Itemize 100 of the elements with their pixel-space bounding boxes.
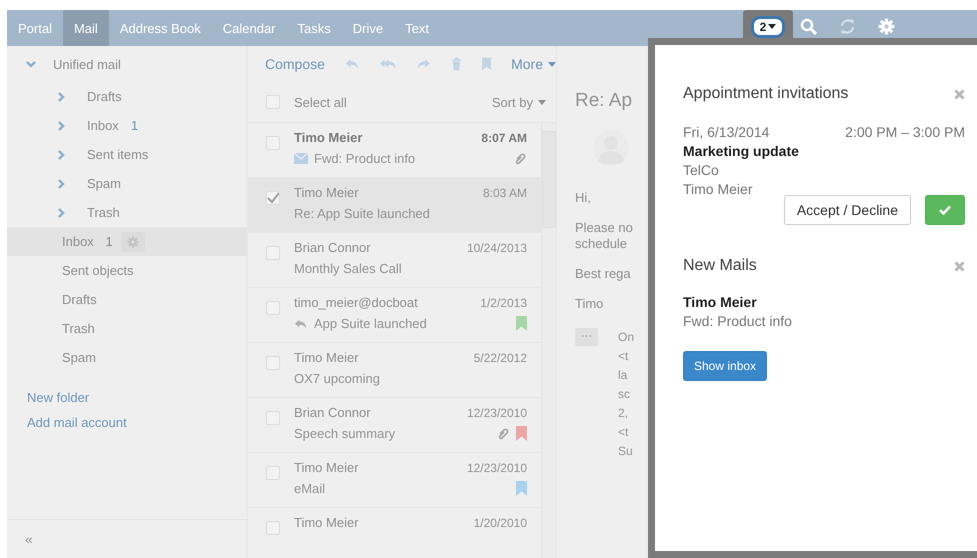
- nav-tab[interactable]: Drive: [342, 10, 394, 46]
- show-quote-button[interactable]: ···: [575, 328, 598, 346]
- chevron-right-icon[interactable]: [55, 90, 67, 102]
- quoted-text: <t: [618, 348, 628, 365]
- nav-tab[interactable]: Portal: [7, 10, 63, 46]
- chevron-right-icon[interactable]: [55, 178, 67, 190]
- notification-badge[interactable]: 2: [750, 16, 786, 38]
- accept-button[interactable]: [925, 195, 965, 225]
- sender-name: Timo Meier: [294, 130, 362, 145]
- mail-row[interactable]: Timo Meier 8:03 AM Re: App Suite launched: [248, 178, 541, 233]
- row-checkbox[interactable]: [266, 191, 280, 205]
- mail-date: 12/23/2010: [466, 406, 527, 420]
- body-text: Best rega: [575, 266, 631, 282]
- folder-item[interactable]: Trash: [87, 205, 120, 220]
- section-title: Appointment invitations: [683, 85, 848, 103]
- folder-item[interactable]: Sent items: [87, 147, 148, 162]
- caret-icon: [538, 100, 546, 104]
- show-inbox-button[interactable]: Show inbox: [683, 351, 768, 381]
- sort-by-button[interactable]: Sort by: [492, 94, 546, 110]
- folder-label: Sent objects: [62, 263, 134, 278]
- sender-name: Brian Connor: [294, 240, 371, 255]
- folder-row[interactable]: Inbox 1: [7, 227, 247, 256]
- close-icon[interactable]: [954, 260, 965, 272]
- chevron-right-icon[interactable]: [55, 206, 67, 218]
- sender-name: Timo Meier: [294, 515, 359, 530]
- quoted-text: <t: [618, 424, 628, 441]
- mail-date: 10/24/2013: [466, 240, 527, 254]
- select-all-label[interactable]: Select all: [294, 94, 478, 110]
- sender-name: Brian Connor: [294, 405, 371, 420]
- search-icon[interactable]: [800, 18, 817, 35]
- mail-row[interactable]: Brian Connor 12/23/2010 Speech summary: [248, 398, 541, 453]
- mail-subject: eMail: [294, 481, 326, 496]
- folder-row[interactable]: Drafts: [7, 285, 247, 314]
- appointment-title: Marketing update: [683, 142, 800, 161]
- reply-icon[interactable]: [344, 57, 360, 71]
- mail-subject: App Suite launched: [314, 316, 427, 331]
- folder-item[interactable]: Spam: [87, 176, 121, 191]
- mail-date: 1/20/2010: [474, 516, 527, 530]
- collapse-sidebar-button[interactable]: «: [25, 531, 33, 547]
- compose-button[interactable]: Compose: [265, 56, 325, 72]
- sender-name: Timo Meier: [294, 350, 359, 365]
- appointment-date: Fri, 6/13/2014: [683, 123, 770, 142]
- accept-decline-button[interactable]: Accept / Decline: [784, 195, 911, 225]
- mail-date: 12/23/2010: [466, 460, 527, 474]
- folder-item[interactable]: Inbox: [87, 118, 119, 133]
- appointment-location: TelCo: [683, 161, 720, 180]
- folder-item[interactable]: Unified mail: [53, 56, 121, 72]
- quoted-text: 2,: [618, 405, 628, 422]
- mail-sender: Timo Meier: [683, 293, 758, 312]
- trash-icon[interactable]: [450, 57, 462, 71]
- sidebar-link[interactable]: Add mail account: [27, 415, 227, 430]
- quoted-text: Su: [618, 443, 633, 460]
- settings-icon[interactable]: [126, 236, 139, 248]
- mail-subject: Re: App Suite launched: [294, 206, 430, 221]
- checkmark-icon: [939, 205, 951, 215]
- mail-row[interactable]: Timo Meier 12/23/2010 eMail: [248, 453, 541, 508]
- more-menu-button[interactable]: More: [511, 56, 556, 72]
- chevron-down-icon[interactable]: [25, 58, 37, 70]
- nav-tab[interactable]: Tasks: [286, 10, 342, 46]
- mail-date: 8:03 AM: [482, 186, 527, 200]
- mail-row[interactable]: timo_meier@docboat 1/2/2013 App Suite launched: [248, 288, 541, 343]
- settings-icon[interactable]: [878, 18, 895, 35]
- body-text: Hi,: [575, 190, 591, 206]
- quoted-text: On: [618, 329, 634, 346]
- mail-subject: Monthly Sales Call: [294, 261, 402, 276]
- folder-label: Inbox: [62, 234, 94, 249]
- folder-row[interactable]: Sent objects: [7, 256, 247, 285]
- chevron-right-icon[interactable]: [55, 120, 67, 132]
- nav-tab[interactable]: Mail: [62, 10, 109, 46]
- mail-subject: OX7 upcoming: [294, 371, 380, 386]
- caret-icon: [768, 24, 776, 29]
- sidebar-link[interactable]: New folder: [27, 390, 227, 405]
- sender-name: Timo Meier: [294, 185, 359, 200]
- body-text: Timo: [575, 296, 604, 312]
- sender-name: timo_meier@docboat: [294, 295, 418, 310]
- chevron-right-icon[interactable]: [55, 148, 67, 160]
- folder-settings-button[interactable]: [120, 232, 145, 252]
- nav-tab[interactable]: Calendar: [212, 10, 287, 46]
- close-icon[interactable]: [954, 88, 965, 100]
- mail-date: 1/2/2013: [480, 296, 527, 310]
- forward-icon[interactable]: [416, 57, 431, 71]
- appointment-organizer: Timo Meier: [683, 180, 754, 199]
- folder-row[interactable]: Spam: [7, 343, 247, 372]
- bookmark-icon[interactable]: [482, 57, 492, 71]
- folder-row[interactable]: Trash: [7, 314, 247, 343]
- reply-all-icon[interactable]: [380, 57, 396, 71]
- appointment-time: 2:00 PM – 3:00 PM: [845, 123, 965, 142]
- quoted-text: la: [618, 367, 628, 384]
- body-text: schedule: [575, 236, 628, 252]
- mail-subject: Speech summary: [294, 426, 396, 441]
- nav-tab[interactable]: Text: [394, 10, 440, 46]
- nav-tab[interactable]: Address Book: [108, 10, 212, 46]
- folder-item[interactable]: Drafts: [87, 89, 122, 104]
- folder-label: Trash: [62, 321, 95, 336]
- unread-count: 1: [130, 118, 138, 133]
- folder-label: Drafts: [62, 292, 97, 307]
- refresh-icon[interactable]: [839, 18, 856, 35]
- quoted-text: sc: [618, 386, 630, 403]
- sender-name: Timo Meier: [294, 460, 359, 475]
- caret-icon: [548, 62, 556, 66]
